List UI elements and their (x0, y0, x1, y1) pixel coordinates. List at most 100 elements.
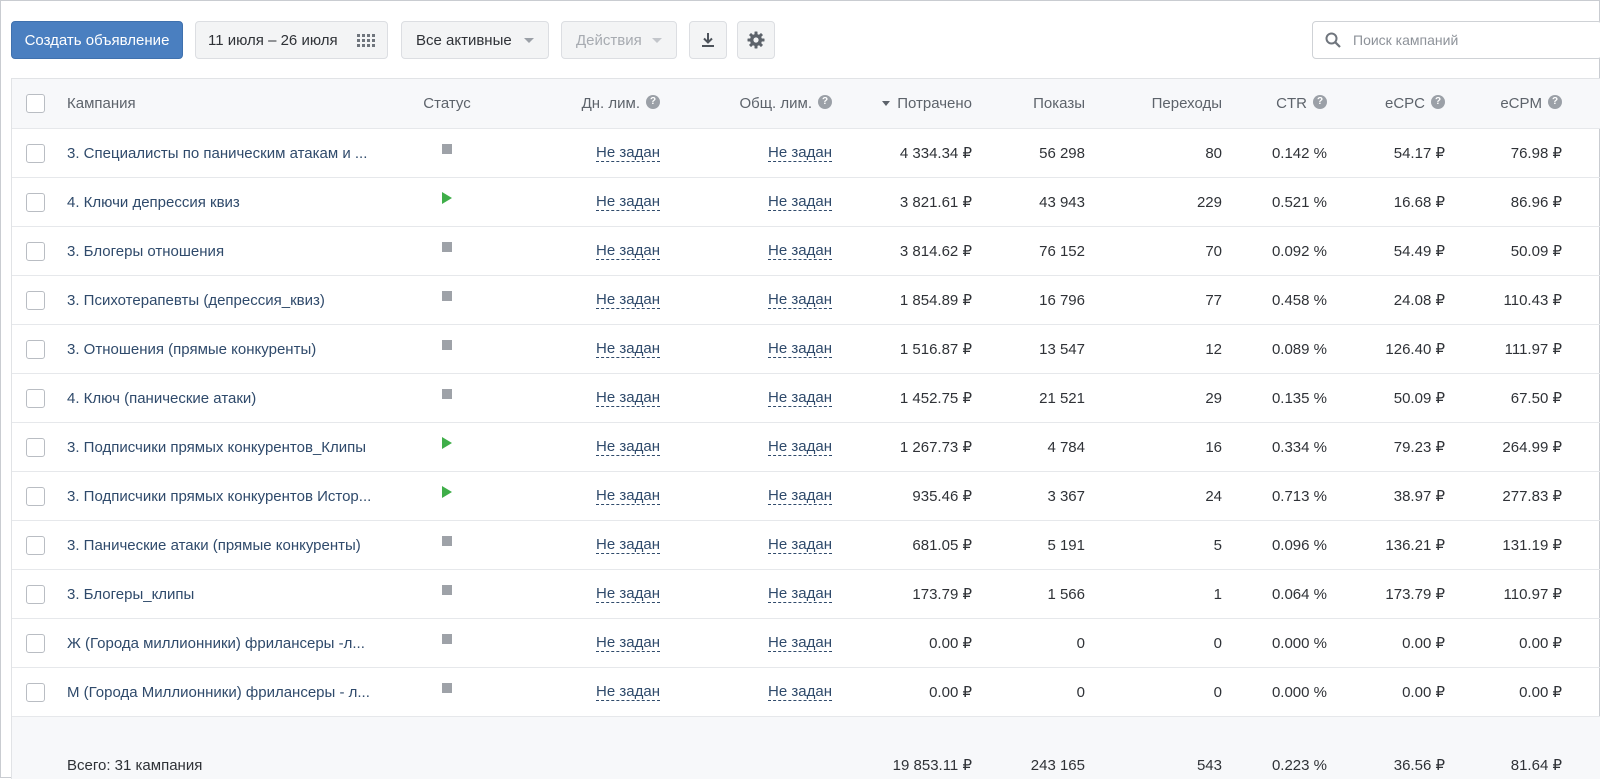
spent-value: 0.00 ₽ (929, 684, 972, 701)
stop-square-icon (442, 144, 452, 154)
total-limit-link[interactable]: Не задан (722, 521, 832, 569)
help-icon[interactable]: ? (818, 94, 832, 109)
select-all-checkbox[interactable] (26, 79, 45, 128)
status-filter-dropdown[interactable]: Все активные (401, 21, 549, 59)
campaign-search[interactable] (1312, 21, 1600, 59)
header-impressions[interactable]: Показы (992, 79, 1085, 128)
daily-limit-link[interactable]: Не задан (560, 619, 660, 667)
status-indicator[interactable] (412, 570, 482, 618)
campaign-name-link[interactable]: 4. Ключ (панические атаки) (67, 374, 407, 422)
sort-desc-icon (882, 101, 891, 106)
stop-square-icon (442, 536, 452, 546)
status-indicator[interactable] (412, 227, 482, 275)
total-limit-link[interactable]: Не задан (722, 178, 832, 226)
actions-dropdown[interactable]: Действия (561, 21, 677, 59)
row-checkbox[interactable] (26, 619, 45, 667)
header-status[interactable]: Статус (412, 79, 482, 128)
total-limit-link[interactable]: Не задан (722, 619, 832, 667)
spent-value: 3 821.61 ₽ (899, 194, 972, 211)
status-indicator[interactable] (412, 521, 482, 569)
row-checkbox[interactable] (26, 276, 45, 324)
create-ad-button[interactable]: Создать объявление (11, 21, 183, 59)
daily-limit-link[interactable]: Не задан (560, 423, 660, 471)
row-checkbox[interactable] (26, 129, 45, 177)
daily-limit-link[interactable]: Не задан (560, 325, 660, 373)
daily-limit-link[interactable]: Не задан (560, 374, 660, 422)
header-spent[interactable]: Потрачено (842, 79, 972, 128)
ctr-value: 0.713 % (1271, 487, 1327, 505)
status-indicator[interactable] (412, 668, 482, 716)
play-triangle-icon (442, 437, 452, 449)
status-indicator[interactable] (412, 129, 482, 177)
campaign-name-link[interactable]: 3. Подписчики прямых конкурентов_Клипы (67, 423, 407, 471)
daily-limit-link[interactable]: Не задан (560, 178, 660, 226)
header-clicks[interactable]: Переходы (1112, 79, 1222, 128)
status-indicator[interactable] (412, 276, 482, 324)
campaign-name-link[interactable]: 3. Блогеры отношения (67, 227, 407, 275)
row-checkbox[interactable] (26, 178, 45, 226)
header-campaign[interactable]: Кампания (67, 79, 407, 128)
ecpm-value: 110.43 ₽ (1503, 292, 1562, 309)
play-triangle-icon (442, 486, 452, 498)
daily-limit-link[interactable]: Не задан (560, 521, 660, 569)
campaign-name-link[interactable]: 3. Психотерапевты (депрессия_квиз) (67, 276, 407, 324)
campaign-name-link[interactable]: Ж (Города миллионники) фрилансеры -л... (67, 619, 407, 667)
help-icon[interactable]: ? (1313, 94, 1327, 109)
spent-value: 1 452.75 ₽ (899, 390, 972, 407)
header-ecpm[interactable]: eCPM? (1462, 79, 1562, 128)
total-limit-link[interactable]: Не задан (722, 129, 832, 177)
status-indicator[interactable] (412, 423, 482, 471)
row-checkbox[interactable] (26, 472, 45, 520)
row-checkbox[interactable] (26, 325, 45, 373)
daily-limit-link[interactable]: Не задан (560, 472, 660, 520)
total-limit-link[interactable]: Не задан (722, 374, 832, 422)
ctr-value: 0.096 % (1271, 536, 1327, 554)
settings-button[interactable] (737, 21, 775, 59)
row-checkbox[interactable] (26, 668, 45, 716)
total-limit-link[interactable]: Не задан (722, 570, 832, 618)
row-checkbox[interactable] (26, 521, 45, 569)
date-range-picker[interactable]: 11 июля – 26 июля (195, 21, 388, 59)
status-indicator[interactable] (412, 472, 482, 520)
campaign-name-link[interactable]: 3. Блогеры_клипы (67, 570, 407, 618)
total-limit-link[interactable]: Не задан (722, 227, 832, 275)
campaign-name-link[interactable]: М (Города Миллионники) фрилансеры - л... (67, 668, 407, 716)
status-indicator[interactable] (412, 619, 482, 667)
row-checkbox[interactable] (26, 227, 45, 275)
header-daily-limit[interactable]: Дн. лим.? (560, 79, 660, 128)
total-limit-link[interactable]: Не задан (722, 472, 832, 520)
daily-limit-link[interactable]: Не задан (560, 227, 660, 275)
row-checkbox[interactable] (26, 570, 45, 618)
total-limit-link[interactable]: Не задан (722, 325, 832, 373)
total-limit-link[interactable]: Не задан (722, 276, 832, 324)
campaign-name-link[interactable]: 3. Специалисты по паническим атакам и ..… (67, 129, 407, 177)
total-impressions: 243 165 (1030, 757, 1085, 774)
help-icon[interactable]: ? (1431, 94, 1445, 109)
help-icon[interactable]: ? (646, 94, 660, 109)
total-limit-link[interactable]: Не задан (722, 668, 832, 716)
status-indicator[interactable] (412, 374, 482, 422)
total-limit-link[interactable]: Не задан (722, 423, 832, 471)
stop-square-icon (442, 683, 452, 693)
campaign-name-link[interactable]: 3. Панические атаки (прямые конкуренты) (67, 521, 407, 569)
row-checkbox[interactable] (26, 423, 45, 471)
daily-limit-link[interactable]: Не задан (560, 129, 660, 177)
campaign-name-link[interactable]: 4. Ключи депрессия квиз (67, 178, 407, 226)
campaign-name-link[interactable]: 3. Отношения (прямые конкуренты) (67, 325, 407, 373)
status-indicator[interactable] (412, 178, 482, 226)
header-ctr[interactable]: CTR? (1232, 79, 1327, 128)
ecpc-value: 173.79 ₽ (1385, 586, 1445, 603)
header-ecpc[interactable]: eCPC? (1342, 79, 1445, 128)
daily-limit-link[interactable]: Не задан (560, 668, 660, 716)
help-icon[interactable]: ? (1548, 94, 1562, 109)
daily-limit-link[interactable]: Не задан (560, 570, 660, 618)
download-button[interactable] (689, 21, 727, 59)
play-triangle-icon (442, 192, 452, 204)
search-input[interactable] (1351, 31, 1581, 49)
daily-limit-link[interactable]: Не задан (560, 276, 660, 324)
header-total-limit[interactable]: Общ. лим.? (722, 79, 832, 128)
campaign-name-link[interactable]: 3. Подписчики прямых конкурентов Истор..… (67, 472, 407, 520)
row-checkbox[interactable] (26, 374, 45, 422)
spent-value: 3 814.62 ₽ (899, 243, 972, 260)
status-indicator[interactable] (412, 325, 482, 373)
